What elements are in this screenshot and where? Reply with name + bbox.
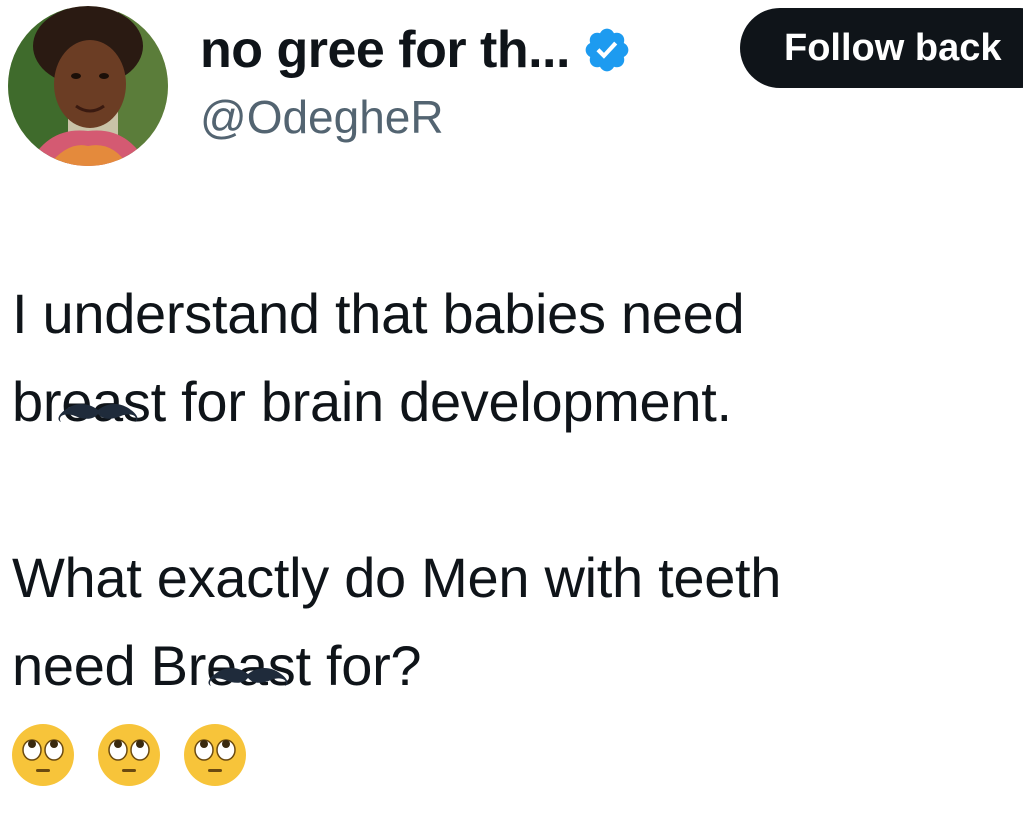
tweet-line-2-prefix: br bbox=[12, 370, 62, 433]
tweet-line-3: What exactly do Men with teeth bbox=[12, 546, 782, 609]
redacted-word-part: ea bbox=[206, 622, 288, 710]
tweet-text: I understand that babies need brea st for… bbox=[12, 270, 1012, 710]
profile-photo-icon bbox=[8, 6, 168, 166]
emoji-row bbox=[10, 722, 248, 792]
tweet-line-4-suffix: st for? bbox=[267, 634, 422, 697]
author-avatar[interactable] bbox=[8, 6, 168, 166]
display-name-row: no gree for th... bbox=[200, 14, 632, 86]
tweet-line-2-suffix: st for brain development. bbox=[122, 370, 732, 433]
redacted-text: ea bbox=[206, 634, 268, 697]
tweet-line-2: brea st for brain development. bbox=[12, 358, 1012, 446]
author-display-name[interactable]: no gree for th... bbox=[200, 20, 570, 80]
face-with-rolling-eyes-icon bbox=[12, 724, 74, 786]
author-handle[interactable]: @OdegheR bbox=[200, 90, 632, 144]
follow-back-button[interactable]: Follow back bbox=[740, 8, 1023, 88]
verified-badge-icon[interactable] bbox=[582, 25, 632, 75]
tweet-line-4: need Brea st for? bbox=[12, 622, 1012, 710]
tweet-line-4-prefix: need Br bbox=[12, 634, 207, 697]
face-with-rolling-eyes-icon bbox=[184, 724, 246, 786]
redacted-word-part: ea bbox=[58, 358, 138, 446]
author-info: no gree for th... @OdegheR bbox=[200, 14, 632, 144]
redacted-text: ea bbox=[61, 370, 123, 433]
face-with-rolling-eyes-icon bbox=[98, 724, 160, 786]
tweet-line-1: I understand that babies need bbox=[12, 282, 745, 345]
